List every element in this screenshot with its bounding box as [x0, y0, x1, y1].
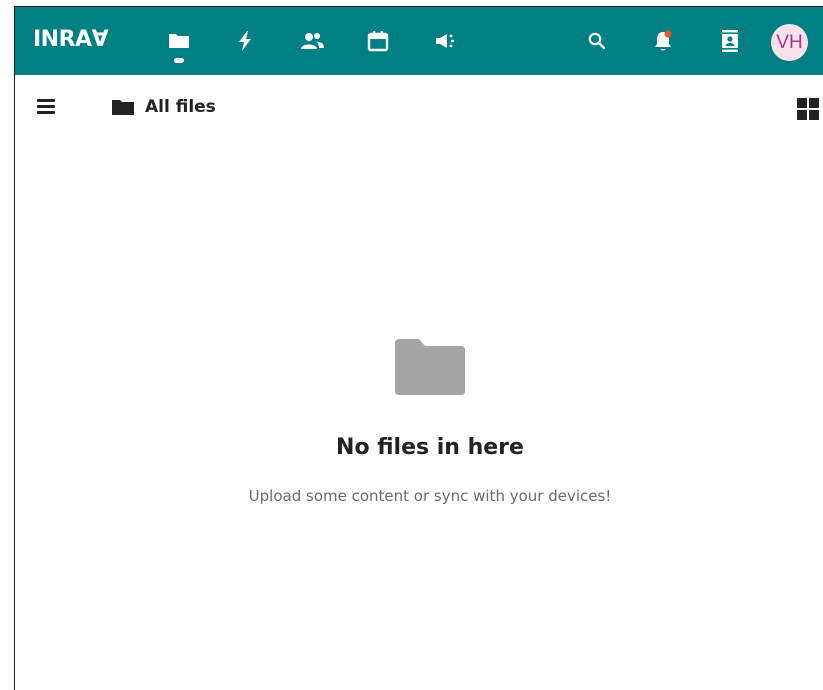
breadcrumb[interactable]: All files: [111, 97, 216, 117]
top-navigation-bar: INRAⱯ VH: [15, 7, 823, 75]
files-toolbar: All files: [15, 75, 823, 135]
active-indicator: [174, 58, 184, 63]
empty-state-title: No files in here: [336, 435, 524, 460]
activity-icon[interactable]: [231, 27, 259, 55]
app-window: INRAⱯ VH All files No files in here Uplo…: [14, 6, 823, 690]
empty-state-subtitle: Upload some content or sync with your de…: [248, 487, 612, 505]
notifications-icon[interactable]: [649, 27, 677, 55]
contacts-icon[interactable]: [298, 27, 326, 55]
empty-state: No files in here Upload some content or …: [15, 135, 823, 535]
empty-folder-icon: [395, 339, 465, 395]
contacts-menu-icon[interactable]: [716, 27, 744, 55]
folder-icon: [112, 100, 134, 115]
user-avatar[interactable]: VH: [771, 24, 808, 61]
files-icon[interactable]: [165, 27, 193, 55]
calendar-icon[interactable]: [364, 27, 392, 55]
logo[interactable]: INRAⱯ: [33, 27, 109, 52]
announcements-icon[interactable]: [431, 27, 459, 55]
navigation-menu-button[interactable]: [35, 95, 59, 117]
grid-view-icon[interactable]: [796, 97, 820, 121]
search-icon[interactable]: [583, 27, 611, 55]
breadcrumb-label: All files: [145, 97, 216, 117]
